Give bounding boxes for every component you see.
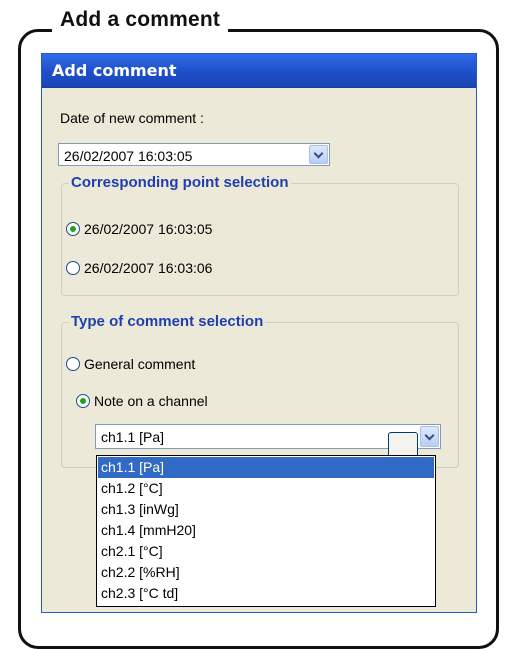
channel-option[interactable]: ch1.3 [inWg] [98, 499, 434, 520]
date-select[interactable]: 26/02/2007 16:03:05 [58, 143, 330, 166]
radio-button[interactable] [66, 357, 80, 371]
radio-checked-dot [80, 398, 86, 404]
general-comment-label: General comment [84, 356, 196, 372]
point-option-1-label: 26/02/2007 16:03:05 [84, 221, 213, 237]
channel-dropdown-button[interactable] [420, 426, 439, 447]
comment-type-legend: Type of comment selection [69, 313, 266, 330]
point-selection-legend: Corresponding point selection [69, 174, 291, 191]
channel-option[interactable]: ch2.3 [°C td] [98, 583, 434, 604]
point-selection-group [61, 183, 459, 296]
dialog-titlebar[interactable]: Add comment [42, 54, 476, 88]
channel-option[interactable]: ch2.2 [%RH] [98, 562, 434, 583]
note-on-channel-label: Note on a channel [94, 393, 208, 409]
channel-dropdown-list[interactable]: ch1.1 [Pa] ch1.2 [°C] ch1.3 [inWg] ch1.4… [96, 455, 436, 607]
channel-select-value: ch1.1 [Pa] [101, 429, 165, 445]
date-select-value: 26/02/2007 16:03:05 [64, 148, 193, 164]
channel-option[interactable]: ch1.1 [Pa] [98, 457, 434, 478]
chevron-down-icon [424, 430, 435, 441]
radio-button[interactable] [66, 222, 80, 236]
date-label: Date of new comment : [60, 110, 204, 126]
radio-button[interactable] [66, 261, 80, 275]
point-option-2-label: 26/02/2007 16:03:06 [84, 260, 213, 276]
dialog-title: Add comment [52, 61, 177, 80]
channel-option[interactable]: ch1.2 [°C] [98, 478, 434, 499]
date-dropdown-button[interactable] [309, 145, 328, 164]
radio-button[interactable] [76, 394, 90, 408]
callout-title: Add a comment [52, 7, 229, 33]
channel-option[interactable]: ch1.4 [mmH20] [98, 520, 434, 541]
chevron-down-icon [313, 148, 324, 159]
radio-checked-dot [70, 226, 76, 232]
channel-option[interactable]: ch2.1 [°C] [98, 541, 434, 562]
